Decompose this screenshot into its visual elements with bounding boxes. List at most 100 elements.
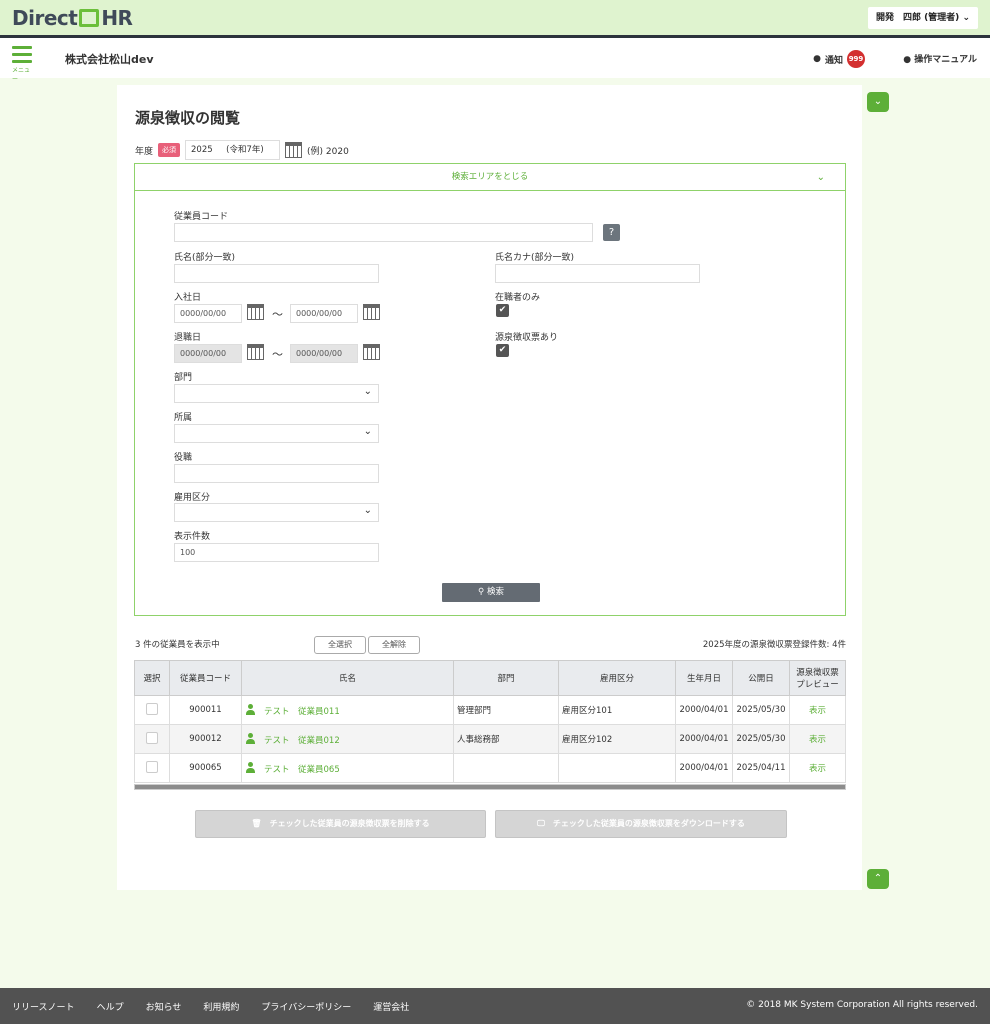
publish-cell: 2025/05/30 [732, 724, 790, 754]
dept-cell: 人事総務部 [453, 724, 559, 754]
publish-cell: 2025/05/30 [732, 695, 790, 725]
chevron-down-icon: ⌄ [962, 13, 970, 23]
menu-label: メニュー [12, 67, 31, 83]
affil-select[interactable] [174, 423, 379, 443]
birth-cell: 2000/04/01 [675, 724, 733, 754]
person-icon [245, 732, 256, 744]
employee-name-link[interactable]: テスト 従業員011 [264, 707, 340, 717]
active-only-label: 在職者のみ [495, 293, 541, 303]
employee-name-link[interactable]: テスト 従業員012 [264, 736, 340, 746]
dept-cell: 管理部門 [453, 695, 559, 725]
year-input[interactable]: 2025 (令和7年) [185, 140, 281, 160]
retire-date-from-input[interactable]: 0000/00/00 [174, 344, 242, 363]
preview-link[interactable]: 表示 [789, 753, 846, 783]
table-scrollbar[interactable] [134, 784, 846, 790]
bell-icon: ● [813, 54, 821, 64]
top-bar: Direct HR 開発 四郎 (管理者) ⌄ [0, 0, 990, 35]
range-separator: ～ [272, 308, 283, 321]
select-all-button[interactable]: 全選択 [314, 636, 366, 654]
help-button[interactable]: ? [603, 224, 620, 241]
table-row: 900012 テスト 従業員012 人事総務部 雇用区分102 2000/04/… [134, 724, 846, 754]
copyright: © 2018 MK System Corporation All rights … [746, 1000, 978, 1010]
col-dept: 部門 [453, 660, 559, 696]
employee-code: 900012 [169, 724, 242, 754]
has-slip-label: 源泉徴収票あり [495, 333, 559, 343]
birth-cell: 2000/04/01 [675, 695, 733, 725]
hire-date-from-input[interactable]: 0000/00/00 [174, 304, 242, 323]
emptype-cell: 雇用区分102 [558, 724, 676, 754]
dept-label: 部門 [174, 373, 193, 383]
col-name: 氏名 [241, 660, 454, 696]
footer-link-company[interactable]: 運営会社 [373, 1000, 409, 1013]
footer-link-news[interactable]: お知らせ [146, 1000, 182, 1013]
calendar-icon[interactable] [247, 304, 264, 320]
required-badge: 必須 [158, 143, 181, 157]
retire-date-label: 退職日 [174, 333, 202, 343]
hire-date-label: 入社日 [174, 293, 202, 303]
row-checkbox[interactable] [146, 760, 158, 773]
footer-link-release-notes[interactable]: リリースノート [12, 1000, 75, 1013]
active-only-checkbox[interactable]: ✔ [496, 304, 509, 317]
registration-count: 2025年度の源泉徴収票登録件数: 4件 [702, 640, 846, 650]
kana-input[interactable] [495, 264, 700, 283]
hire-date-to-input[interactable]: 0000/00/00 [290, 304, 358, 323]
calendar-icon[interactable] [285, 142, 303, 158]
year-row: 年度 必須 2025 (令和7年) (例) 2020 [135, 140, 349, 160]
col-preview: 源泉徴収票 プレビュー [789, 660, 846, 696]
emptype-select[interactable] [174, 502, 379, 522]
notification-badge: 999 [847, 50, 865, 68]
employee-table: 選択 従業員コード 氏名 部門 雇用区分 生年月日 公開日 源泉徴収票 プレビュー… [134, 660, 846, 783]
search-toggle[interactable]: 検索エリアをとじる ⌄ [135, 164, 845, 191]
kana-label: 氏名カナ(部分一致) [495, 253, 575, 263]
dept-select[interactable] [174, 383, 379, 403]
has-slip-checkbox[interactable]: ✔ [496, 344, 509, 357]
company-name: 株式会社松山dev [65, 53, 154, 66]
manual-link[interactable]: ● 操作マニュアル [903, 52, 977, 65]
chevron-up-icon: ⌃ [873, 873, 883, 884]
employee-code: 900011 [169, 695, 242, 725]
position-label: 役職 [174, 453, 193, 463]
position-input[interactable] [174, 464, 379, 483]
calendar-icon[interactable] [363, 344, 380, 360]
footer-link-help[interactable]: ヘルプ [97, 1000, 124, 1013]
employee-name-link[interactable]: テスト 従業員065 [264, 765, 340, 775]
limit-label: 表示件数 [174, 532, 211, 542]
range-separator: ～ [272, 348, 283, 361]
footer-link-privacy[interactable]: プライバシーポリシー [261, 1000, 351, 1013]
row-checkbox[interactable] [146, 731, 158, 744]
preview-link[interactable]: 表示 [789, 724, 846, 754]
retire-date-to-input[interactable]: 0000/00/00 [290, 344, 358, 363]
notification-button[interactable]: ● 通知 999 [813, 50, 865, 68]
col-code: 従業員コード [169, 660, 242, 696]
table-row: 900065 テスト 従業員065 2000/04/01 2025/04/11 … [134, 753, 846, 783]
name-label: 氏名(部分一致) [174, 253, 236, 263]
footer: リリースノート ヘルプ お知らせ 利用規約 プライバシーポリシー 運営会社 © … [0, 988, 990, 1024]
calendar-icon[interactable] [247, 344, 264, 360]
deselect-all-button[interactable]: 全解除 [368, 636, 420, 654]
delete-checked-button[interactable]: 🗑 チェックした従業員の源泉徴収票を削除する [195, 810, 486, 838]
search-button[interactable]: ⚲ 検索 [442, 583, 540, 602]
calendar-icon[interactable] [363, 304, 380, 320]
scroll-up-button[interactable]: ⌃ [867, 869, 889, 889]
menu-button[interactable]: メニュー [12, 46, 32, 83]
person-icon [245, 703, 256, 715]
employee-code-input[interactable] [174, 223, 593, 242]
preview-link[interactable]: 表示 [789, 695, 846, 725]
year-example: (例) 2020 [307, 146, 349, 157]
person-icon [245, 761, 256, 773]
emptype-label: 雇用区分 [174, 493, 211, 503]
employee-code: 900065 [169, 753, 242, 783]
row-checkbox[interactable] [146, 702, 158, 715]
scroll-down-button[interactable]: ⌄ [867, 92, 889, 112]
result-count: 3 件の従業員を表示中 [135, 640, 220, 650]
download-checked-button[interactable]: 🖵 チェックした従業員の源泉徴収票をダウンロードする [495, 810, 787, 838]
footer-link-terms[interactable]: 利用規約 [203, 1000, 239, 1013]
lightbulb-icon: ● [903, 55, 912, 65]
dept-cell [453, 753, 559, 783]
limit-input[interactable]: 100 [174, 543, 379, 562]
user-menu-button[interactable]: 開発 四郎 (管理者) ⌄ [867, 7, 978, 29]
app-logo[interactable]: Direct HR [12, 6, 133, 30]
affil-label: 所属 [174, 413, 193, 423]
birth-cell: 2000/04/01 [675, 753, 733, 783]
name-input[interactable] [174, 264, 379, 283]
